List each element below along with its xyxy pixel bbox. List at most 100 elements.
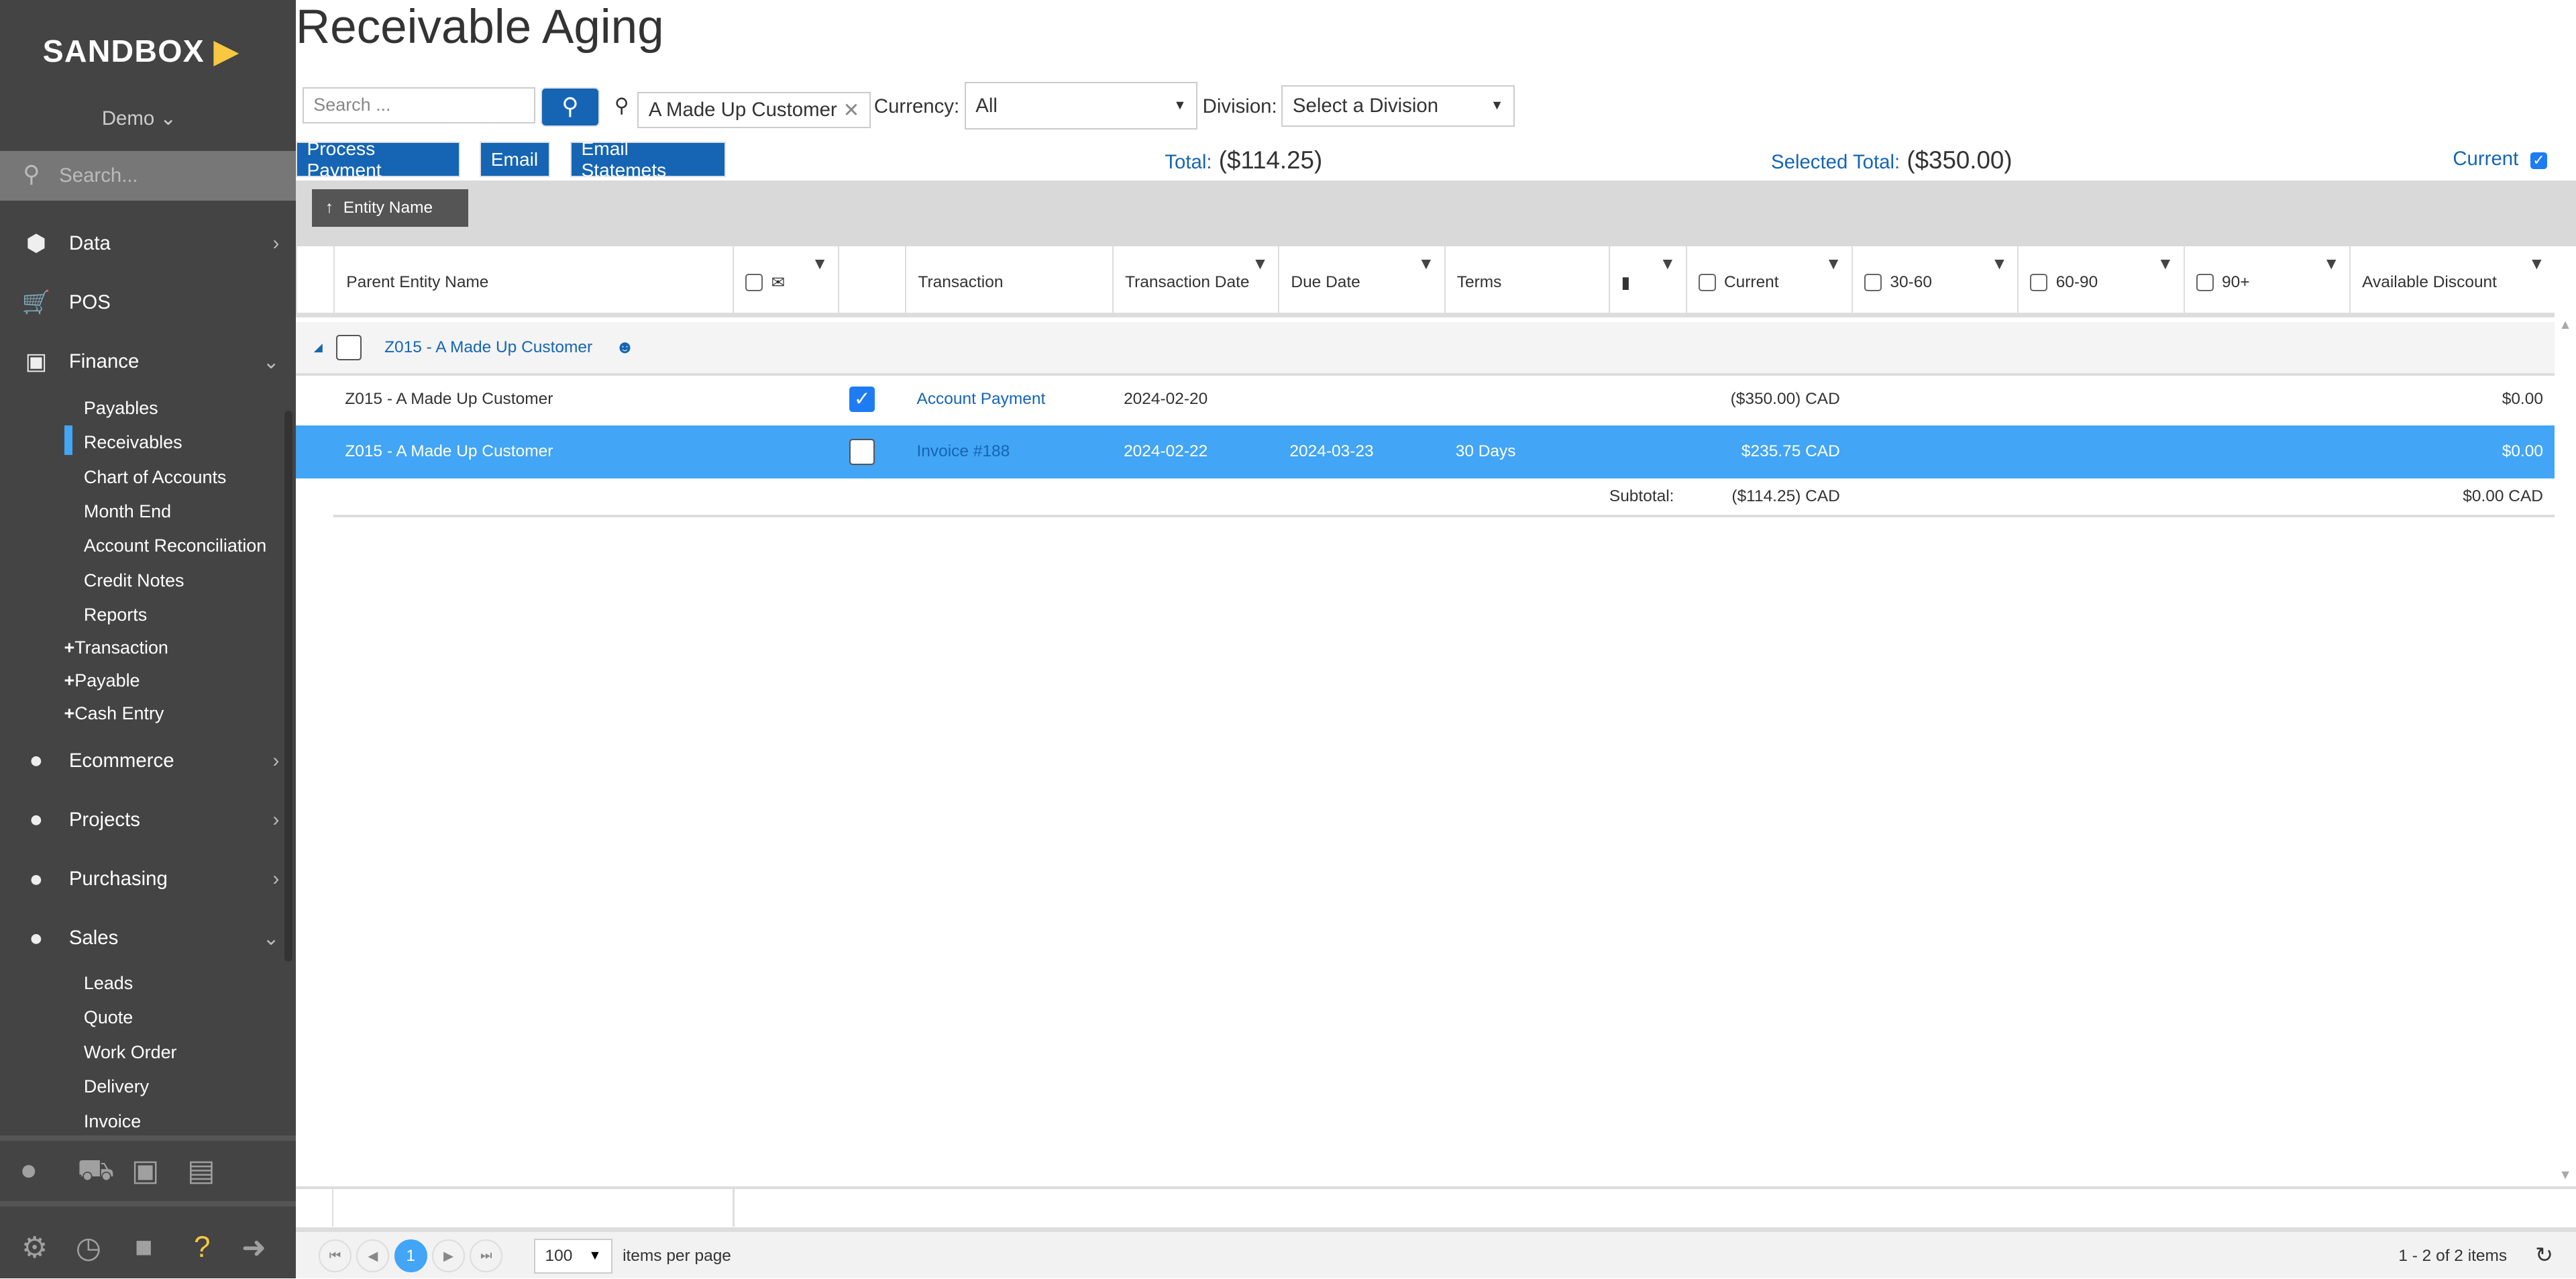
filter-icon[interactable]: ▼	[812, 255, 828, 274]
nav-sales[interactable]: ● Sales ⌄	[19, 925, 280, 952]
filter-icon[interactable]: ▼	[2323, 255, 2339, 274]
page-1-button[interactable]: 1	[394, 1239, 427, 1273]
archive-icon[interactable]: ▤	[187, 1154, 215, 1188]
user-check-icon[interactable]: ☻	[615, 337, 634, 358]
checkbox[interactable]	[2196, 274, 2214, 292]
header-available-discount[interactable]: Available Discount ▼	[2349, 246, 2555, 313]
lock-icon[interactable]: ■	[135, 1231, 153, 1264]
division-select[interactable]: Select a Division ▼	[1281, 85, 1515, 127]
group-chip-entity-name[interactable]: ↑ Entity Name	[312, 189, 468, 227]
nav-payables[interactable]: Payables	[84, 398, 158, 419]
header-terms[interactable]: Terms	[1444, 246, 1609, 313]
truck-icon[interactable]: ⛟	[77, 1154, 114, 1191]
header-transaction-date[interactable]: Transaction Date ▼	[1112, 246, 1278, 313]
nav-credit-notes[interactable]: Credit Notes	[84, 570, 184, 591]
cell-date: 2024-02-20	[1124, 390, 1208, 409]
contacts-icon[interactable]: ●	[19, 1154, 38, 1187]
header-current[interactable]: Current ▼	[1685, 246, 1851, 313]
filter-icon[interactable]: ▼	[1660, 255, 1676, 274]
page-size-select[interactable]: 100 ▼	[533, 1239, 613, 1274]
row-checkbox-checked[interactable]: ✓	[849, 386, 875, 413]
nav-finance[interactable]: ▣ Finance ⌄	[19, 348, 280, 375]
header-expand	[295, 246, 333, 313]
checkbox[interactable]	[745, 274, 763, 292]
group-checkbox[interactable]	[335, 334, 362, 361]
nav-ecommerce[interactable]: ● Ecommerce ›	[19, 748, 280, 774]
logout-icon[interactable]: ➜	[241, 1231, 266, 1265]
nav-account-reconciliation[interactable]: Account Reconciliation	[84, 535, 266, 556]
nav-add-cash-entry[interactable]: +Cash Entry	[64, 703, 164, 724]
header-60-90[interactable]: 60-90 ▼	[2017, 246, 2183, 313]
email-button[interactable]: Email	[480, 141, 551, 178]
search-input[interactable]: Search ...	[302, 87, 536, 123]
checkbox-checked[interactable]: ✓	[2530, 152, 2547, 169]
subtotal-current: ($114.25) CAD	[1731, 487, 1840, 506]
users-icon: ●	[29, 866, 44, 892]
email-statements-button[interactable]: Email Statemets	[570, 138, 727, 181]
scroll-up-icon[interactable]: ▲	[2555, 317, 2576, 333]
collapse-icon[interactable]: ◢	[314, 340, 323, 354]
header-due-date[interactable]: Due Date ▼	[1278, 246, 1444, 313]
currency-select[interactable]: All ▼	[964, 82, 1198, 130]
nav-quote[interactable]: Quote	[84, 1007, 133, 1028]
customer-filter[interactable]: A Made Up Customer ✕	[637, 92, 871, 129]
help-icon[interactable]: ?	[194, 1231, 211, 1264]
nav-add-payable[interactable]: +Payable	[64, 670, 140, 691]
nav-purchasing[interactable]: ● Purchasing ›	[19, 866, 280, 892]
clock-icon[interactable]: ◷	[76, 1231, 101, 1265]
nav-delivery[interactable]: Delivery	[84, 1076, 149, 1097]
header-90-plus[interactable]: 90+ ▼	[2183, 246, 2349, 313]
nav-month-end[interactable]: Month End	[84, 501, 171, 522]
header-pdf[interactable]: ▮ ▼	[1608, 246, 1686, 313]
filter-icon[interactable]: ▼	[1418, 255, 1434, 274]
header-parent-entity[interactable]: Parent Entity Name	[333, 246, 733, 313]
close-icon[interactable]: ✕	[843, 99, 860, 122]
row-checkbox[interactable]	[849, 439, 875, 465]
grid-scrollbar[interactable]: ▲ ▼	[2555, 317, 2576, 1187]
table-row[interactable]: Z015 - A Made Up Customer ✓ Account Paym…	[296, 373, 2555, 425]
footer-row	[295, 1186, 2576, 1227]
checkbox[interactable]	[2030, 274, 2048, 292]
factory-icon[interactable]: ▣	[131, 1154, 160, 1188]
cell-date: 2024-02-22	[1124, 442, 1208, 461]
filter-icon[interactable]: ▼	[1825, 255, 1841, 274]
search-button[interactable]: ⚲	[540, 87, 600, 127]
nav-projects[interactable]: ● Projects ›	[19, 807, 280, 833]
nav-data[interactable]: ⬢ Data ›	[19, 230, 279, 257]
table-row-selected[interactable]: Z015 - A Made Up Customer Invoice #188 2…	[295, 425, 2555, 478]
filter-icon[interactable]: ▼	[2528, 255, 2544, 274]
header-email[interactable]: ✉ ▼	[733, 246, 838, 313]
current-toggle[interactable]: Current ✓	[2453, 148, 2547, 170]
nav-receivables[interactable]: Receivables	[84, 432, 182, 453]
sidebar-scrollbar[interactable]	[284, 411, 292, 962]
cell-parent: Z015 - A Made Up Customer	[345, 442, 553, 461]
process-payment-button[interactable]: Process Payment	[295, 138, 460, 181]
filter-icon[interactable]: ▼	[2157, 255, 2174, 274]
nav-pos[interactable]: 🛒 POS	[19, 289, 279, 316]
nav-leads[interactable]: Leads	[84, 973, 133, 994]
transaction-link[interactable]: Account Payment	[905, 373, 1112, 425]
checkbox[interactable]	[1864, 274, 1882, 292]
nav-invoice[interactable]: Invoice	[84, 1111, 141, 1132]
nav-add-transaction[interactable]: +Transaction	[64, 637, 168, 658]
next-page-icon[interactable]: ▶	[432, 1239, 465, 1273]
prev-page-icon[interactable]: ◀	[356, 1239, 390, 1273]
transaction-link[interactable]: Invoice #188	[905, 425, 1112, 478]
header-30-60[interactable]: 30-60 ▼	[1851, 246, 2017, 313]
nav-chart-of-accounts[interactable]: Chart of Accounts	[84, 467, 227, 488]
filter-icon[interactable]: ▼	[1991, 255, 2007, 274]
filter-icon[interactable]: ▼	[1252, 255, 1268, 274]
last-page-icon[interactable]: ⏭	[470, 1239, 503, 1273]
nav-reports[interactable]: Reports	[84, 605, 147, 625]
checkbox[interactable]	[1698, 274, 1716, 292]
refresh-icon[interactable]: ↻	[2535, 1242, 2553, 1268]
first-page-icon[interactable]: ⏮	[319, 1239, 352, 1273]
sidebar-search[interactable]: ⚲ Search...	[0, 151, 296, 201]
group-label[interactable]: Z015 - A Made Up Customer	[384, 338, 592, 357]
scroll-down-icon[interactable]: ▼	[2555, 1168, 2576, 1183]
gear-icon[interactable]: ⚙	[21, 1231, 48, 1265]
header-transaction[interactable]: Transaction	[905, 246, 1112, 313]
nav-work-order[interactable]: Work Order	[84, 1042, 177, 1063]
chevron-down-icon: ⌄	[262, 350, 280, 373]
user-menu[interactable]: Demo ⌄	[102, 107, 176, 130]
